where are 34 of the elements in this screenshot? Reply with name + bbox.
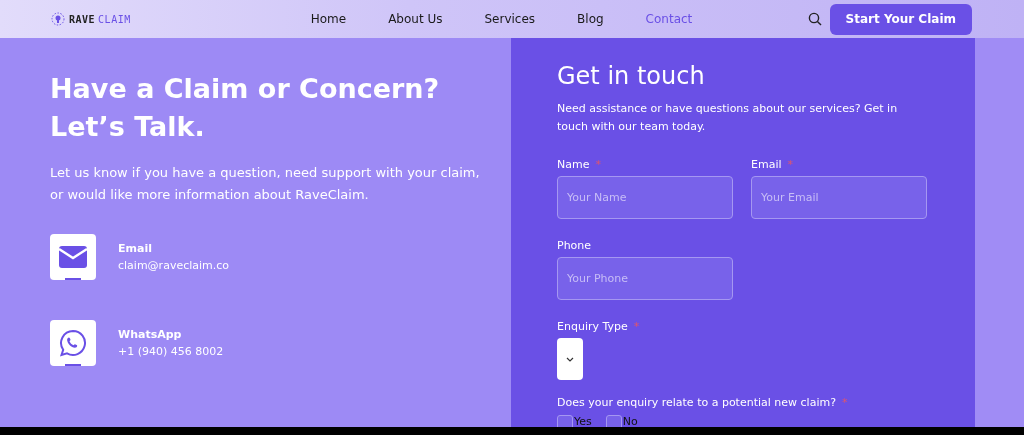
contact-label: Email xyxy=(118,242,153,255)
logo-icon xyxy=(50,11,66,27)
field-label: Email xyxy=(751,158,782,171)
contact-label: WhatsApp xyxy=(118,328,183,341)
chat-phone-icon xyxy=(50,320,96,366)
field-label: Enquiry Type xyxy=(557,320,628,333)
form-heading: Get in touch xyxy=(557,61,706,92)
start-claim-button[interactable]: Start Your Claim xyxy=(829,3,972,35)
field-label: Name xyxy=(557,158,590,171)
nav-link[interactable]: Blog xyxy=(577,12,604,26)
contact-value: +1 (940) 456 8002 xyxy=(118,345,224,358)
text-field[interactable]: Your Phone xyxy=(557,257,733,300)
required-mark: * xyxy=(595,158,601,171)
required-mark: * xyxy=(842,396,848,409)
option-label: Yes xyxy=(574,415,592,427)
form-description: Need assistance or have questions about our services? Get in touch with our team today. xyxy=(557,101,899,135)
nav-link[interactable]: Home xyxy=(310,12,347,26)
nav-link[interactable]: About Us xyxy=(388,12,443,26)
question-label: Does your enquiry relate to a potential new claim? xyxy=(557,396,837,409)
option-label: No xyxy=(622,415,638,427)
required-mark: * xyxy=(633,320,640,333)
text-field[interactable]: Your Name xyxy=(557,176,733,219)
search-icon[interactable] xyxy=(807,12,822,26)
page-heading: Have a Claim or Concern? Let’s Talk. xyxy=(50,72,441,144)
intro-text: Let us know if you have a question, need support with your claim, or would like more information about RaveClaim. xyxy=(50,164,481,204)
envelope-icon xyxy=(50,234,96,280)
field-label: Phone xyxy=(557,239,592,252)
nav-link[interactable]: Services xyxy=(484,12,536,26)
enquiry-dropdown[interactable] xyxy=(557,338,583,380)
contact-value: claim@raveclaim.co xyxy=(118,259,230,272)
chevron-down-icon xyxy=(566,356,574,362)
text-field[interactable]: Your Email xyxy=(751,176,927,219)
required-mark: * xyxy=(787,158,794,171)
logo[interactable]: RAVE CLAIM xyxy=(50,11,131,27)
